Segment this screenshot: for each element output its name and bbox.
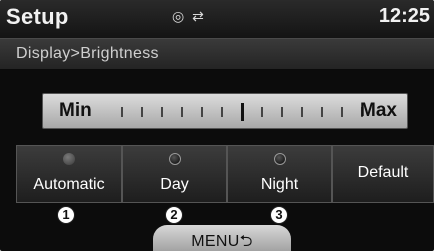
callout-1: 1	[57, 206, 75, 224]
slider-tick	[201, 107, 203, 117]
default-label: Default	[357, 164, 409, 181]
slider-current-tick	[241, 103, 244, 121]
slider-tick	[261, 107, 263, 117]
slider-tick	[161, 107, 163, 117]
slider-tick	[341, 107, 343, 117]
status-icons: ◎ ⇄	[172, 8, 208, 25]
day-label: Day	[160, 176, 189, 193]
clock: 12:25	[378, 5, 430, 27]
slider-tick	[281, 107, 283, 117]
head-unit-screen: Setup ◎ ⇄ 12:25 Display>Brightness Min M…	[0, 0, 434, 251]
callout-2: 2	[165, 206, 183, 224]
slider-tick	[301, 107, 303, 117]
automatic-button[interactable]: Automatic	[16, 145, 122, 203]
breadcrumb-text: Display>Brightness	[16, 45, 159, 62]
night-button[interactable]: Night	[227, 145, 332, 203]
disc-icon: ◎	[172, 8, 185, 24]
header-bar: Setup ◎ ⇄ 12:25	[0, 0, 434, 38]
brightness-slider[interactable]: Min Max	[42, 93, 408, 129]
slider-tick	[121, 107, 123, 117]
slider-tick	[141, 107, 143, 117]
night-label: Night	[260, 176, 299, 193]
default-button[interactable]: Default	[332, 145, 434, 203]
slider-min-label: Min	[59, 100, 92, 121]
day-button[interactable]: Day	[122, 145, 227, 203]
usb-icon: ⇄	[192, 8, 204, 24]
night-indicator-icon	[273, 153, 286, 165]
slider-max-label: Max	[360, 100, 397, 121]
page-title: Setup	[6, 4, 69, 29]
day-indicator-icon	[168, 153, 181, 165]
callout-3: 3	[270, 206, 288, 224]
menu-button[interactable]: MENU⮌	[153, 225, 291, 251]
breadcrumb: Display>Brightness	[0, 38, 434, 70]
menu-label: MENU⮌	[191, 233, 253, 250]
automatic-label: Automatic	[33, 176, 105, 193]
automatic-indicator-icon	[63, 153, 75, 165]
slider-tick	[221, 107, 223, 117]
slider-tick	[321, 107, 323, 117]
slider-tick	[181, 107, 183, 117]
